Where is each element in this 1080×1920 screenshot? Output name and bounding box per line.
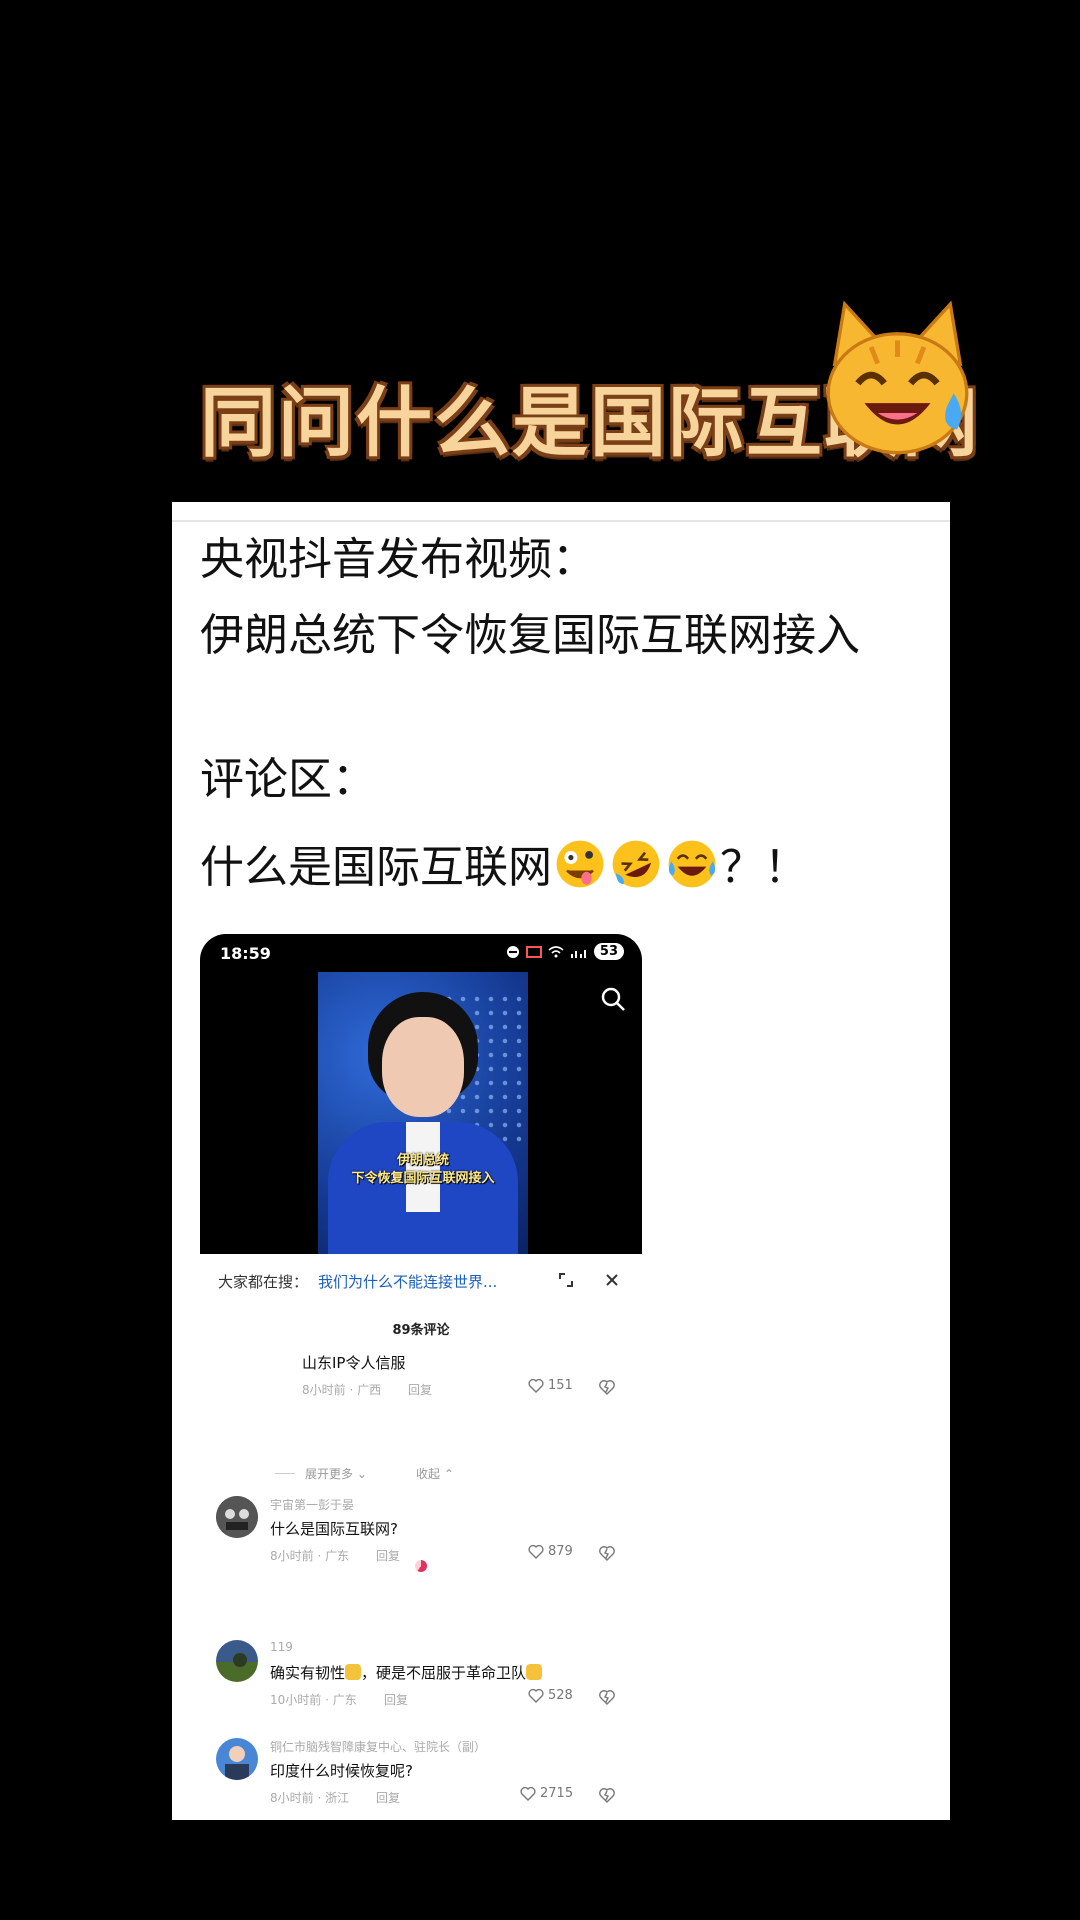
suggested-search-bar[interactable]: 大家都在搜： 我们为什么不能连接世界... — [200, 1254, 642, 1306]
like-count: 2715 — [540, 1786, 574, 1801]
avatar[interactable] — [216, 1640, 258, 1682]
heart-icon — [528, 1378, 544, 1393]
rolling-laughing-icon — [612, 840, 660, 888]
search-icon[interactable] — [600, 986, 626, 1012]
subtitle-line-2: 下令恢复国际互联网接入 — [351, 1171, 495, 1186]
battery-indicator: 53 — [593, 943, 624, 960]
avatar[interactable] — [216, 1496, 258, 1538]
like-button[interactable]: 151 — [528, 1378, 573, 1393]
reply-button[interactable]: 回复 — [408, 1381, 432, 1398]
post-line-4: 什么是国际互联网 ？！ — [200, 838, 808, 890]
comment-meta: 10小时前 · 广东 — [270, 1693, 357, 1707]
expand-icon[interactable] — [556, 1270, 576, 1290]
video-frame: 伊朗总统 下令恢复国际互联网接入 — [318, 972, 528, 1254]
search-prefix: 大家都在搜： — [218, 1273, 309, 1291]
comment-text: 什么是国际互联网? — [270, 1520, 398, 1538]
like-button[interactable]: 879 — [528, 1544, 573, 1559]
comment-meta: 8小时前 · 浙江 — [270, 1791, 350, 1805]
heart-icon — [528, 1688, 544, 1703]
reply-button[interactable]: 回复 — [376, 1547, 400, 1564]
status-icons: 53 — [506, 943, 624, 960]
zany-face-icon — [556, 840, 604, 888]
phone-screenshot: 18:59 53 伊朗总统 下令恢复国际互联网接入 大家都在搜： 我们为什么不能… — [200, 934, 642, 1820]
username[interactable]: 119 — [270, 1640, 293, 1654]
comment-text: 印度什么时候恢复呢? — [270, 1762, 413, 1780]
comment-meta: 8小时前 · 广东 — [270, 1549, 350, 1563]
crying-laughing-cat-icon — [826, 300, 969, 455]
post-line-4-text: 什么是国际互联网 — [200, 842, 552, 893]
like-count: 528 — [548, 1688, 573, 1703]
status-time: 18:59 — [220, 944, 271, 963]
like-count: 151 — [548, 1378, 573, 1393]
thumbs-up-icon — [345, 1664, 362, 1680]
status-bar: 18:59 53 — [200, 934, 642, 972]
divider — [172, 520, 950, 522]
collapse-button[interactable]: 收起 ⌃ — [416, 1465, 454, 1482]
heart-icon — [520, 1786, 536, 1801]
loading-spinner-icon — [415, 1560, 427, 1572]
expand-more-button[interactable]: 展开更多 ⌄ — [305, 1465, 367, 1482]
comment-count: 89条评论 — [392, 1323, 450, 1338]
post-line-1: 央视抖音发布视频： — [200, 534, 596, 585]
like-count: 879 — [548, 1544, 573, 1559]
username[interactable]: 宇宙第一彭于晏 — [270, 1496, 354, 1513]
news-anchor-face — [382, 1017, 464, 1117]
heart-icon — [528, 1544, 544, 1559]
video-subtitle: 伊朗总统 下令恢复国际互联网接入 — [318, 1152, 528, 1188]
subtitle-line-1: 伊朗总统 — [396, 1153, 449, 1168]
wifi-icon — [548, 945, 564, 957]
search-suggestion-link[interactable]: 我们为什么不能连接世界... — [318, 1271, 497, 1292]
like-button[interactable]: 528 — [528, 1688, 573, 1703]
dislike-icon[interactable] — [598, 1786, 616, 1804]
close-icon[interactable] — [602, 1270, 622, 1290]
reply-button[interactable]: 回复 — [384, 1691, 408, 1708]
avatar[interactable] — [216, 1738, 258, 1780]
thumbs-up-icon — [526, 1664, 543, 1680]
dislike-icon[interactable] — [598, 1544, 616, 1562]
post-line-2: 伊朗总统下令恢复国际互联网接入 — [200, 610, 860, 661]
reply-meta: 8小时前 · 广西 — [302, 1383, 382, 1397]
dislike-icon[interactable] — [598, 1378, 616, 1396]
username[interactable]: 铜仁市脑残智障康复中心、驻院长（副） — [270, 1738, 486, 1755]
post-line-4-suffix: ？！ — [720, 842, 808, 893]
cast-icon — [525, 945, 542, 958]
reply-text: 山东IP令人信服 — [302, 1354, 406, 1372]
video-player[interactable]: 伊朗总统 下令恢复国际互联网接入 — [200, 972, 642, 1254]
post-card: 央视抖音发布视频： 伊朗总统下令恢复国际互联网接入 评论区： 什么是国际互联网 … — [172, 502, 950, 1820]
tears-of-joy-icon — [668, 840, 716, 888]
comment-text: 确实有韧性 ，硬是不屈服于革命卫队 — [270, 1662, 543, 1683]
reply-button[interactable]: 回复 — [376, 1789, 400, 1806]
divider — [275, 1473, 295, 1474]
like-button[interactable]: 2715 — [520, 1786, 573, 1801]
dnd-icon — [506, 945, 519, 958]
dislike-icon[interactable] — [598, 1688, 616, 1706]
signal-icon — [570, 949, 586, 958]
post-line-3: 评论区： — [200, 754, 376, 805]
